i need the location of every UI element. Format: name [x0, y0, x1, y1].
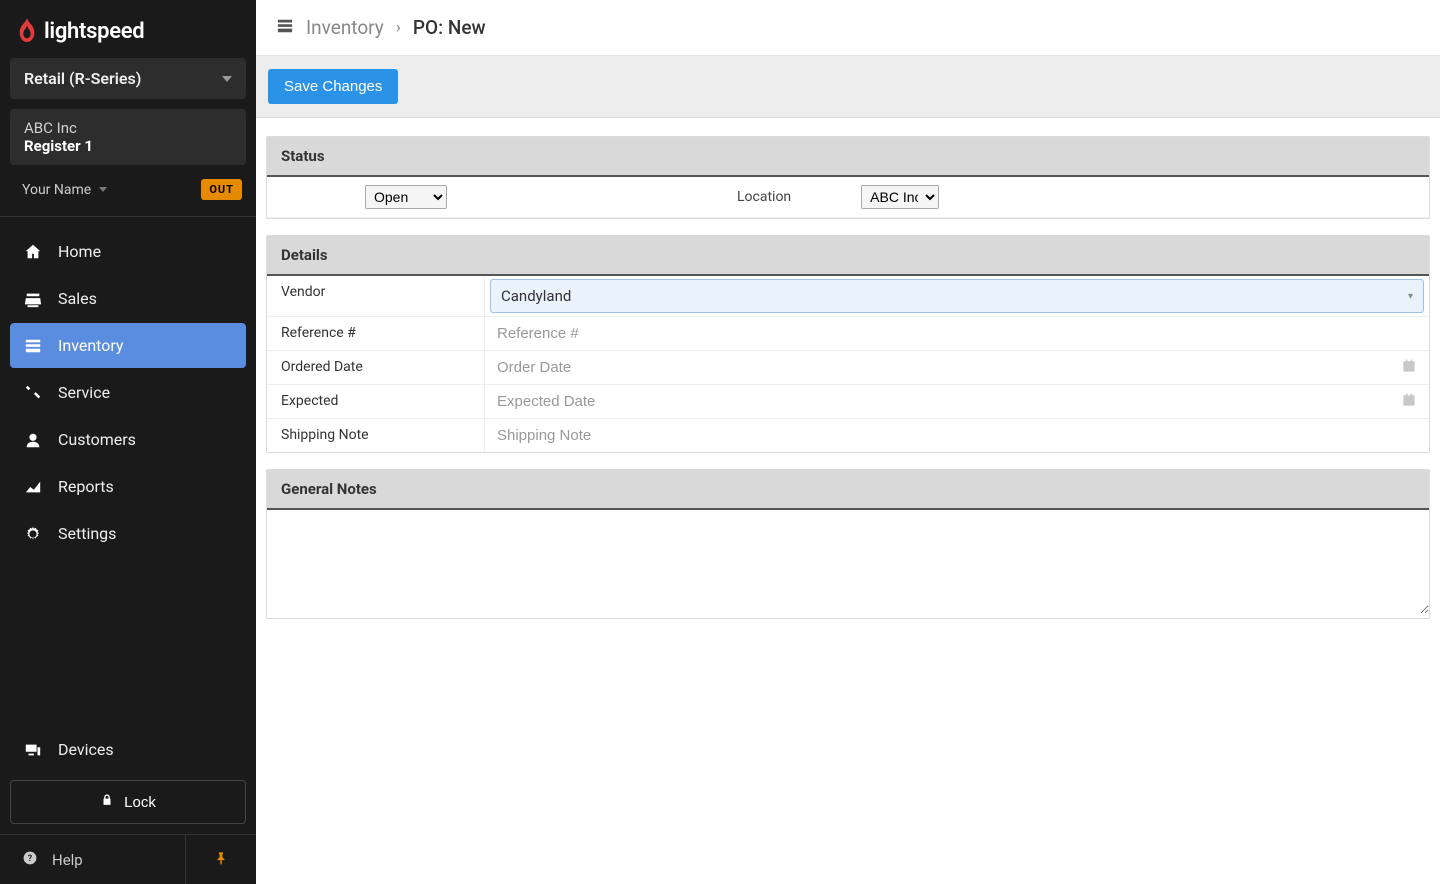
nav-label: Reports [58, 477, 114, 496]
nav-customers[interactable]: Customers [10, 417, 246, 462]
nav-devices[interactable]: Devices [0, 727, 256, 772]
nav-label: Sales [58, 289, 97, 308]
shipping-note-input[interactable] [485, 419, 1429, 452]
sidebar-footer: ? Help [0, 834, 256, 884]
user-menu[interactable]: Your Name [22, 182, 107, 198]
nav-inventory[interactable]: Inventory [10, 323, 246, 368]
divider [0, 216, 256, 217]
devices-icon [24, 741, 42, 759]
nav-sales[interactable]: Sales [10, 276, 246, 321]
general-notes-panel: General Notes [266, 469, 1430, 619]
expected-date-input[interactable] [485, 385, 1429, 418]
ordered-date-label: Ordered Date [267, 351, 485, 384]
register-icon [24, 290, 42, 308]
main-content: Inventory › PO: New Save Changes Status … [256, 0, 1440, 884]
reports-icon [24, 478, 42, 496]
tools-icon [24, 384, 42, 402]
pin-icon [214, 850, 228, 869]
nav-label: Settings [58, 524, 116, 543]
breadcrumb-inventory[interactable]: Inventory [306, 16, 384, 39]
reference-label: Reference # [267, 317, 485, 350]
flame-icon [16, 18, 38, 44]
inventory-icon [24, 337, 42, 355]
product-line-label: Retail (R-Series) [24, 69, 141, 88]
help-link[interactable]: ? Help [0, 835, 186, 884]
nav-label: Inventory [58, 336, 124, 355]
company-register-box[interactable]: ABC Inc Register 1 [10, 109, 246, 165]
main-nav: Home Sales Inventory Service [0, 225, 256, 560]
vendor-label: Vendor [267, 276, 485, 316]
nav-label: Devices [58, 740, 114, 759]
nav-home[interactable]: Home [10, 229, 246, 274]
expected-date-label: Expected [267, 385, 485, 418]
chevron-down-icon [222, 76, 232, 82]
help-label: Help [52, 851, 83, 869]
ordered-date-input[interactable] [485, 351, 1429, 384]
vendor-select[interactable]: Candyland ▾ [490, 279, 1424, 313]
inventory-icon [276, 18, 294, 38]
nav-service[interactable]: Service [10, 370, 246, 415]
reference-input[interactable] [485, 317, 1429, 350]
nav-reports[interactable]: Reports [10, 464, 246, 509]
company-name: ABC Inc [24, 119, 232, 137]
product-line-select[interactable]: Retail (R-Series) [10, 58, 246, 99]
gear-icon [24, 525, 42, 543]
panel-header-general-notes: General Notes [267, 470, 1429, 510]
sidebar: lightspeed Retail (R-Series) ABC Inc Reg… [0, 0, 256, 884]
general-notes-textarea[interactable] [267, 510, 1429, 614]
panel-header-details: Details [267, 236, 1429, 276]
nav-label: Home [58, 242, 101, 261]
nav-settings[interactable]: Settings [10, 511, 246, 556]
chevron-right-icon: › [396, 18, 401, 38]
register-name: Register 1 [24, 137, 232, 155]
vendor-value: Candyland [501, 287, 571, 305]
location-select[interactable]: ABC Inc [861, 185, 939, 209]
save-changes-button[interactable]: Save Changes [268, 69, 398, 104]
brand-name: lightspeed [44, 19, 144, 44]
svg-text:?: ? [28, 854, 33, 864]
location-label: Location [737, 189, 791, 205]
clock-out-badge[interactable]: OUT [201, 179, 242, 200]
status-select[interactable]: Open [365, 185, 447, 209]
panel-header-status: Status [267, 137, 1429, 177]
pin-button[interactable] [186, 835, 256, 884]
nav-label: Customers [58, 430, 136, 449]
action-bar: Save Changes [256, 56, 1440, 118]
breadcrumb: Inventory › PO: New [256, 0, 1440, 56]
nav-label: Service [58, 383, 110, 402]
lock-button[interactable]: Lock [10, 780, 246, 824]
home-icon [24, 243, 42, 261]
breadcrumb-current: PO: New [413, 16, 486, 39]
logo: lightspeed [0, 0, 256, 58]
help-icon: ? [22, 850, 38, 870]
shipping-note-label: Shipping Note [267, 419, 485, 452]
chevron-down-icon [99, 187, 107, 192]
lock-label: Lock [124, 794, 156, 811]
customers-icon [24, 431, 42, 449]
status-panel: Status Open Location ABC Inc [266, 136, 1430, 219]
lock-icon [100, 793, 114, 811]
details-panel: Details Vendor Candyland ▾ Reference # [266, 235, 1430, 453]
chevron-down-icon: ▾ [1408, 291, 1413, 302]
user-name: Your Name [22, 182, 91, 198]
